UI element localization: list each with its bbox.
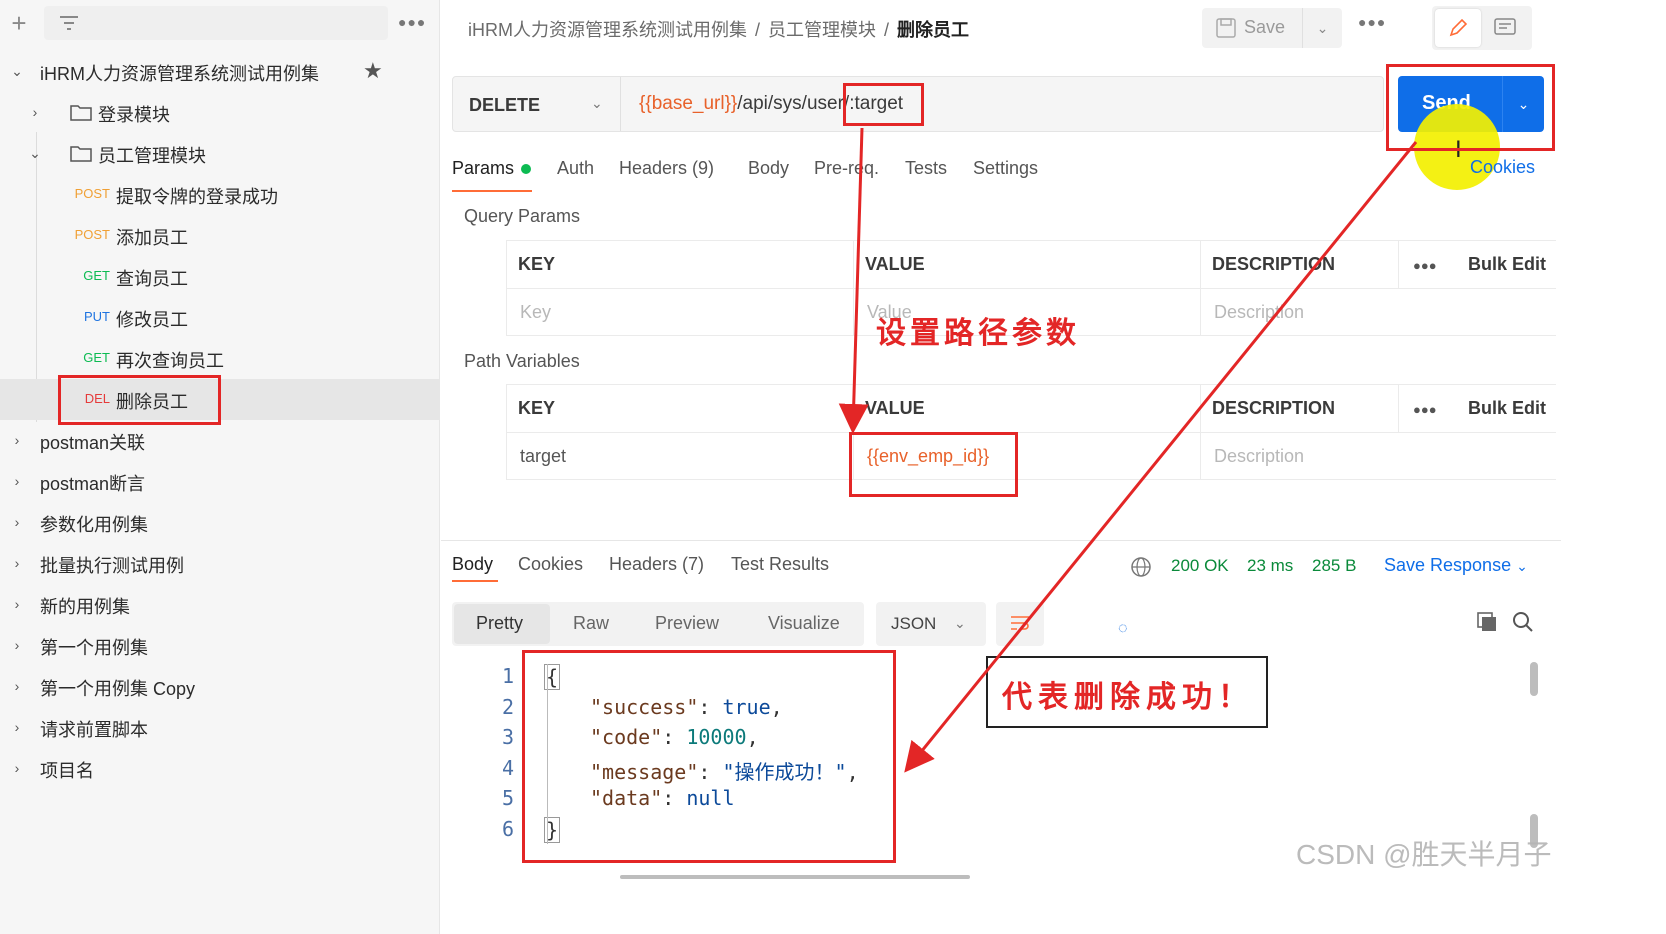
- watermark: CSDN @胜天半月子: [1296, 839, 1552, 870]
- arrow-send-to-response: [904, 141, 1418, 773]
- arrow-url-to-path-value: [838, 127, 869, 434]
- annotation-arrows: [838, 127, 1418, 773]
